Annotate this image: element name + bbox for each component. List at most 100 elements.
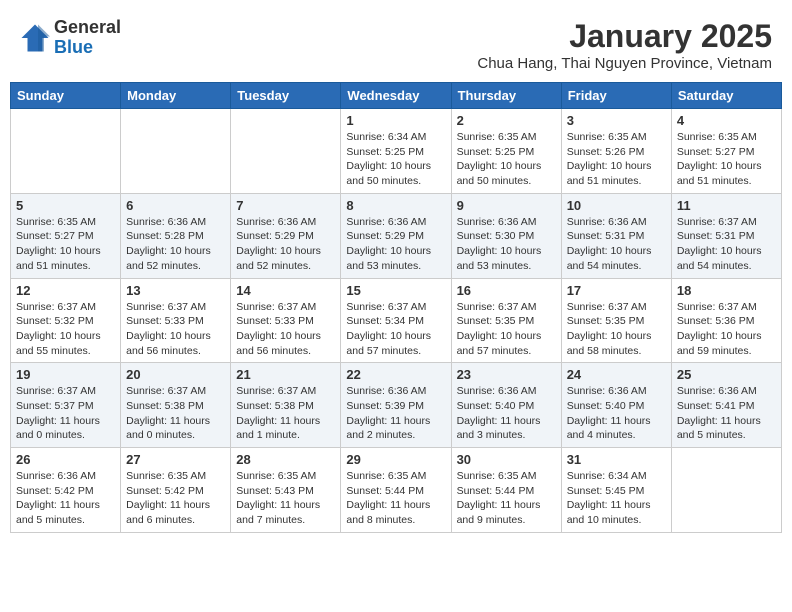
calendar-day-28: 28 Sunrise: 6:35 AM Sunset: 5:43 PM Dayli…: [231, 448, 341, 533]
day-info: Sunrise: 6:37 AM Sunset: 5:35 PM Dayligh…: [567, 300, 666, 359]
calendar-header-row: SundayMondayTuesdayWednesdayThursdayFrid…: [11, 83, 782, 109]
day-number: 5: [16, 198, 115, 213]
day-number: 13: [126, 283, 225, 298]
logo-general: General: [54, 18, 121, 38]
day-info: Sunrise: 6:36 AM Sunset: 5:40 PM Dayligh…: [457, 384, 556, 443]
day-number: 18: [677, 283, 776, 298]
calendar-day-2: 2Sunrise: 6:35 AM Sunset: 5:25 PM Daylig…: [451, 109, 561, 194]
day-info: Sunrise: 6:36 AM Sunset: 5:42 PM Dayligh…: [16, 469, 115, 528]
day-info: Sunrise: 6:35 AM Sunset: 5:42 PM Dayligh…: [126, 469, 225, 528]
day-info: Sunrise: 6:36 AM Sunset: 5:31 PM Dayligh…: [567, 215, 666, 274]
day-number: 8: [346, 198, 445, 213]
calendar-day-18: 18Sunrise: 6:37 AM Sunset: 5:36 PM Dayli…: [671, 278, 781, 363]
day-info: Sunrise: 6:37 AM Sunset: 5:38 PM Dayligh…: [236, 384, 335, 443]
calendar-day-9: 9 Sunrise: 6:36 AM Sunset: 5:30 PM Daylig…: [451, 193, 561, 278]
day-number: 4: [677, 113, 776, 128]
calendar-empty-cell: [121, 109, 231, 194]
day-info: Sunrise: 6:35 AM Sunset: 5:26 PM Dayligh…: [567, 130, 666, 189]
calendar-day-30: 30 Sunrise: 6:35 AM Sunset: 5:44 PM Dayli…: [451, 448, 561, 533]
logo-blue: Blue: [54, 38, 121, 58]
calendar: SundayMondayTuesdayWednesdayThursdayFrid…: [10, 82, 782, 533]
calendar-day-17: 17 Sunrise: 6:37 AM Sunset: 5:35 PM Dayli…: [561, 278, 671, 363]
title-block: January 2025 Chua Hang, Thai Nguyen Prov…: [477, 18, 772, 72]
day-info: Sunrise: 6:36 AM Sunset: 5:29 PM Dayligh…: [236, 215, 335, 274]
day-number: 27: [126, 452, 225, 467]
day-number: 15: [346, 283, 445, 298]
day-number: 29: [346, 452, 445, 467]
calendar-day-10: 10Sunrise: 6:36 AM Sunset: 5:31 PM Dayli…: [561, 193, 671, 278]
day-number: 17: [567, 283, 666, 298]
day-info: Sunrise: 6:35 AM Sunset: 5:27 PM Dayligh…: [677, 130, 776, 189]
day-number: 21: [236, 367, 335, 382]
calendar-day-3: 3 Sunrise: 6:35 AM Sunset: 5:26 PM Daylig…: [561, 109, 671, 194]
day-info: Sunrise: 6:37 AM Sunset: 5:37 PM Dayligh…: [16, 384, 115, 443]
calendar-day-12: 12 Sunrise: 6:37 AM Sunset: 5:32 PM Dayli…: [11, 278, 121, 363]
day-info: Sunrise: 6:37 AM Sunset: 5:33 PM Dayligh…: [126, 300, 225, 359]
day-number: 28: [236, 452, 335, 467]
day-number: 3: [567, 113, 666, 128]
day-info: Sunrise: 6:35 AM Sunset: 5:27 PM Dayligh…: [16, 215, 115, 274]
day-info: Sunrise: 6:36 AM Sunset: 5:28 PM Dayligh…: [126, 215, 225, 274]
day-info: Sunrise: 6:35 AM Sunset: 5:44 PM Dayligh…: [346, 469, 445, 528]
day-info: Sunrise: 6:36 AM Sunset: 5:41 PM Dayligh…: [677, 384, 776, 443]
day-info: Sunrise: 6:36 AM Sunset: 5:39 PM Dayligh…: [346, 384, 445, 443]
calendar-header-monday: Monday: [121, 83, 231, 109]
calendar-day-8: 8 Sunrise: 6:36 AM Sunset: 5:29 PM Daylig…: [341, 193, 451, 278]
calendar-day-1: 1Sunrise: 6:34 AM Sunset: 5:25 PM Daylig…: [341, 109, 451, 194]
day-info: Sunrise: 6:36 AM Sunset: 5:40 PM Dayligh…: [567, 384, 666, 443]
logo-text: General Blue: [54, 18, 121, 58]
calendar-week-row: 19Sunrise: 6:37 AM Sunset: 5:37 PM Dayli…: [11, 363, 782, 448]
calendar-day-26: 26Sunrise: 6:36 AM Sunset: 5:42 PM Dayli…: [11, 448, 121, 533]
calendar-day-22: 22Sunrise: 6:36 AM Sunset: 5:39 PM Dayli…: [341, 363, 451, 448]
calendar-header-friday: Friday: [561, 83, 671, 109]
calendar-day-25: 25 Sunrise: 6:36 AM Sunset: 5:41 PM Dayli…: [671, 363, 781, 448]
calendar-day-13: 13 Sunrise: 6:37 AM Sunset: 5:33 PM Dayli…: [121, 278, 231, 363]
day-number: 9: [457, 198, 556, 213]
calendar-week-row: 12 Sunrise: 6:37 AM Sunset: 5:32 PM Dayli…: [11, 278, 782, 363]
calendar-day-7: 7 Sunrise: 6:36 AM Sunset: 5:29 PM Daylig…: [231, 193, 341, 278]
day-info: Sunrise: 6:36 AM Sunset: 5:30 PM Dayligh…: [457, 215, 556, 274]
calendar-day-21: 21 Sunrise: 6:37 AM Sunset: 5:38 PM Dayli…: [231, 363, 341, 448]
day-number: 20: [126, 367, 225, 382]
calendar-week-row: 26Sunrise: 6:36 AM Sunset: 5:42 PM Dayli…: [11, 448, 782, 533]
day-number: 1: [346, 113, 445, 128]
day-info: Sunrise: 6:35 AM Sunset: 5:44 PM Dayligh…: [457, 469, 556, 528]
day-number: 30: [457, 452, 556, 467]
calendar-day-31: 31 Sunrise: 6:34 AM Sunset: 5:45 PM Dayli…: [561, 448, 671, 533]
calendar-day-27: 27 Sunrise: 6:35 AM Sunset: 5:42 PM Dayli…: [121, 448, 231, 533]
day-number: 11: [677, 198, 776, 213]
logo: General Blue: [20, 18, 121, 58]
calendar-header-saturday: Saturday: [671, 83, 781, 109]
day-info: Sunrise: 6:37 AM Sunset: 5:33 PM Dayligh…: [236, 300, 335, 359]
day-number: 31: [567, 452, 666, 467]
calendar-header-tuesday: Tuesday: [231, 83, 341, 109]
day-number: 24: [567, 367, 666, 382]
calendar-day-11: 11 Sunrise: 6:37 AM Sunset: 5:31 PM Dayli…: [671, 193, 781, 278]
day-info: Sunrise: 6:35 AM Sunset: 5:43 PM Dayligh…: [236, 469, 335, 528]
page-header: General Blue January 2025 Chua Hang, Tha…: [10, 10, 782, 76]
day-number: 6: [126, 198, 225, 213]
day-number: 7: [236, 198, 335, 213]
calendar-header-wednesday: Wednesday: [341, 83, 451, 109]
logo-icon: [20, 23, 50, 53]
calendar-day-15: 15 Sunrise: 6:37 AM Sunset: 5:34 PM Dayli…: [341, 278, 451, 363]
day-info: Sunrise: 6:37 AM Sunset: 5:31 PM Dayligh…: [677, 215, 776, 274]
day-info: Sunrise: 6:37 AM Sunset: 5:38 PM Dayligh…: [126, 384, 225, 443]
calendar-week-row: 1Sunrise: 6:34 AM Sunset: 5:25 PM Daylig…: [11, 109, 782, 194]
day-number: 2: [457, 113, 556, 128]
day-info: Sunrise: 6:37 AM Sunset: 5:35 PM Dayligh…: [457, 300, 556, 359]
calendar-week-row: 5 Sunrise: 6:35 AM Sunset: 5:27 PM Daylig…: [11, 193, 782, 278]
calendar-day-23: 23 Sunrise: 6:36 AM Sunset: 5:40 PM Dayli…: [451, 363, 561, 448]
calendar-day-5: 5 Sunrise: 6:35 AM Sunset: 5:27 PM Daylig…: [11, 193, 121, 278]
day-info: Sunrise: 6:37 AM Sunset: 5:34 PM Dayligh…: [346, 300, 445, 359]
location-title: Chua Hang, Thai Nguyen Province, Vietnam: [477, 55, 772, 72]
calendar-day-4: 4 Sunrise: 6:35 AM Sunset: 5:27 PM Daylig…: [671, 109, 781, 194]
day-number: 12: [16, 283, 115, 298]
calendar-day-6: 6 Sunrise: 6:36 AM Sunset: 5:28 PM Daylig…: [121, 193, 231, 278]
day-info: Sunrise: 6:34 AM Sunset: 5:45 PM Dayligh…: [567, 469, 666, 528]
day-info: Sunrise: 6:36 AM Sunset: 5:29 PM Dayligh…: [346, 215, 445, 274]
calendar-day-19: 19Sunrise: 6:37 AM Sunset: 5:37 PM Dayli…: [11, 363, 121, 448]
day-info: Sunrise: 6:37 AM Sunset: 5:32 PM Dayligh…: [16, 300, 115, 359]
day-number: 25: [677, 367, 776, 382]
day-number: 23: [457, 367, 556, 382]
